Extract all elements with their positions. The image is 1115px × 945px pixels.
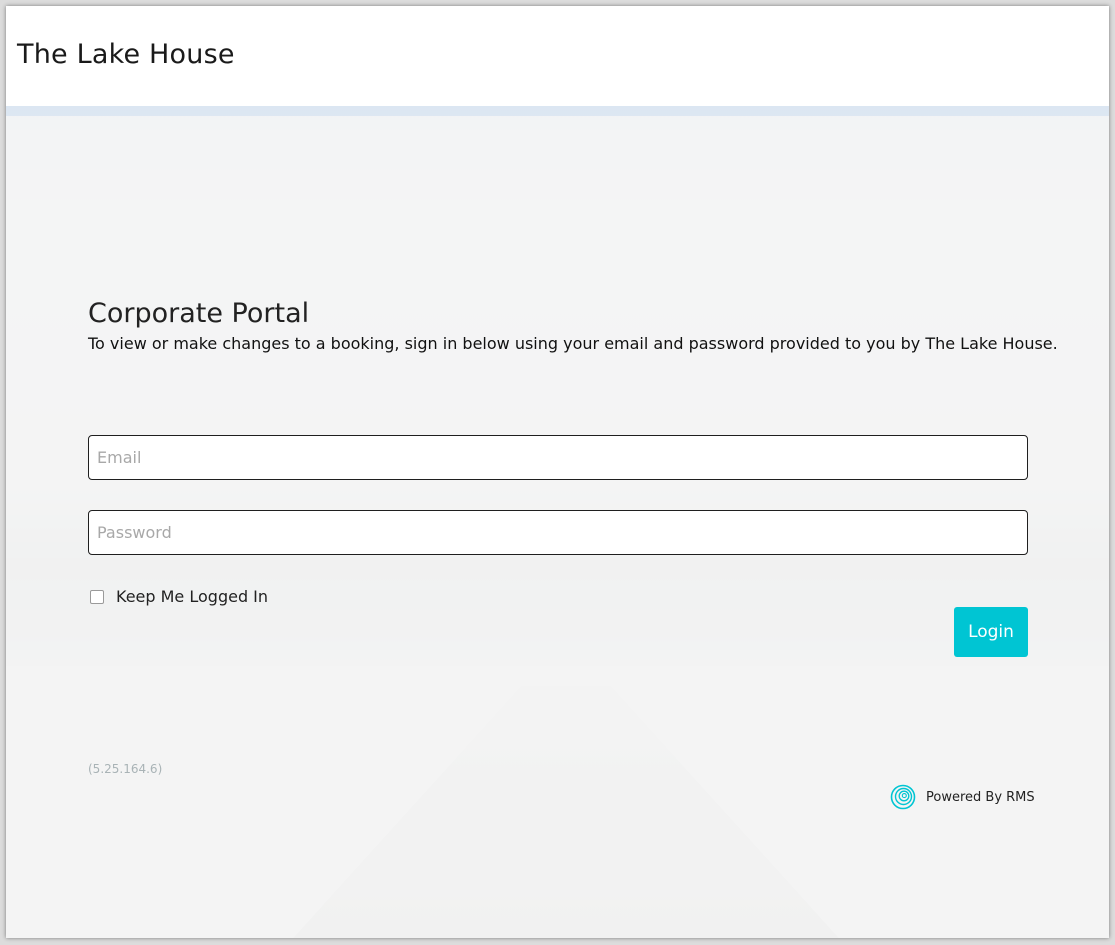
login-button[interactable]: Login [954,607,1028,657]
site-title: The Lake House [17,39,235,70]
password-field[interactable] [88,510,1028,555]
site-header: The Lake House [6,6,1109,106]
powered-by-rms[interactable]: Powered By RMS [890,784,1035,810]
version-text: (5.25.164.6) [88,762,163,776]
rms-logo-icon [890,784,916,810]
portal-description: To view or make changes to a booking, si… [88,334,1058,353]
keep-logged-in-option[interactable]: Keep Me Logged In [90,587,268,606]
keep-logged-in-checkbox[interactable] [90,589,104,604]
browser-page: The Lake House Corporate Portal To view … [6,6,1109,938]
powered-by-text: Powered By RMS [926,789,1035,805]
portal-title: Corporate Portal [88,298,310,329]
keep-logged-in-label: Keep Me Logged In [116,587,269,606]
email-field[interactable] [88,435,1028,480]
